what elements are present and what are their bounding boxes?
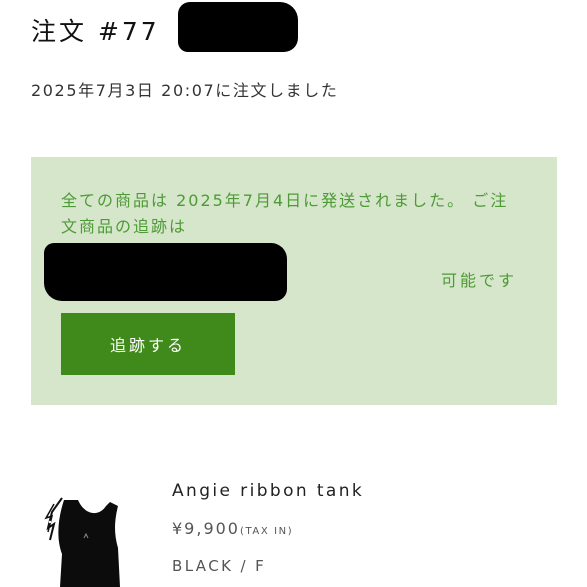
redaction-bar bbox=[178, 2, 298, 52]
product-variant: BLACK / F bbox=[172, 557, 267, 575]
tracking-available-text: 可能です bbox=[441, 271, 518, 290]
shipping-message: 全ての商品は 2025年7月4日に発送されました。 ご注文商品の追跡は bbox=[61, 191, 509, 236]
order-date: 2025年7月3日 20:07に注文しました bbox=[31, 81, 339, 100]
tank-body bbox=[58, 500, 120, 587]
track-button[interactable]: 追跡する bbox=[61, 313, 235, 375]
product-name[interactable]: Angie ribbon tank bbox=[172, 481, 364, 501]
price-amount: ¥9,900 bbox=[172, 519, 240, 538]
product-image[interactable] bbox=[40, 494, 140, 587]
tax-label: (TAX IN) bbox=[239, 526, 294, 537]
order-title: 注文 #77 bbox=[31, 17, 160, 46]
product-price: ¥9,900(TAX IN) bbox=[172, 519, 293, 538]
redaction-bar bbox=[44, 243, 287, 301]
shipping-notice: 全ての商品は 2025年7月4日に発送されました。 ご注文商品の追跡は 可能です… bbox=[31, 157, 557, 405]
